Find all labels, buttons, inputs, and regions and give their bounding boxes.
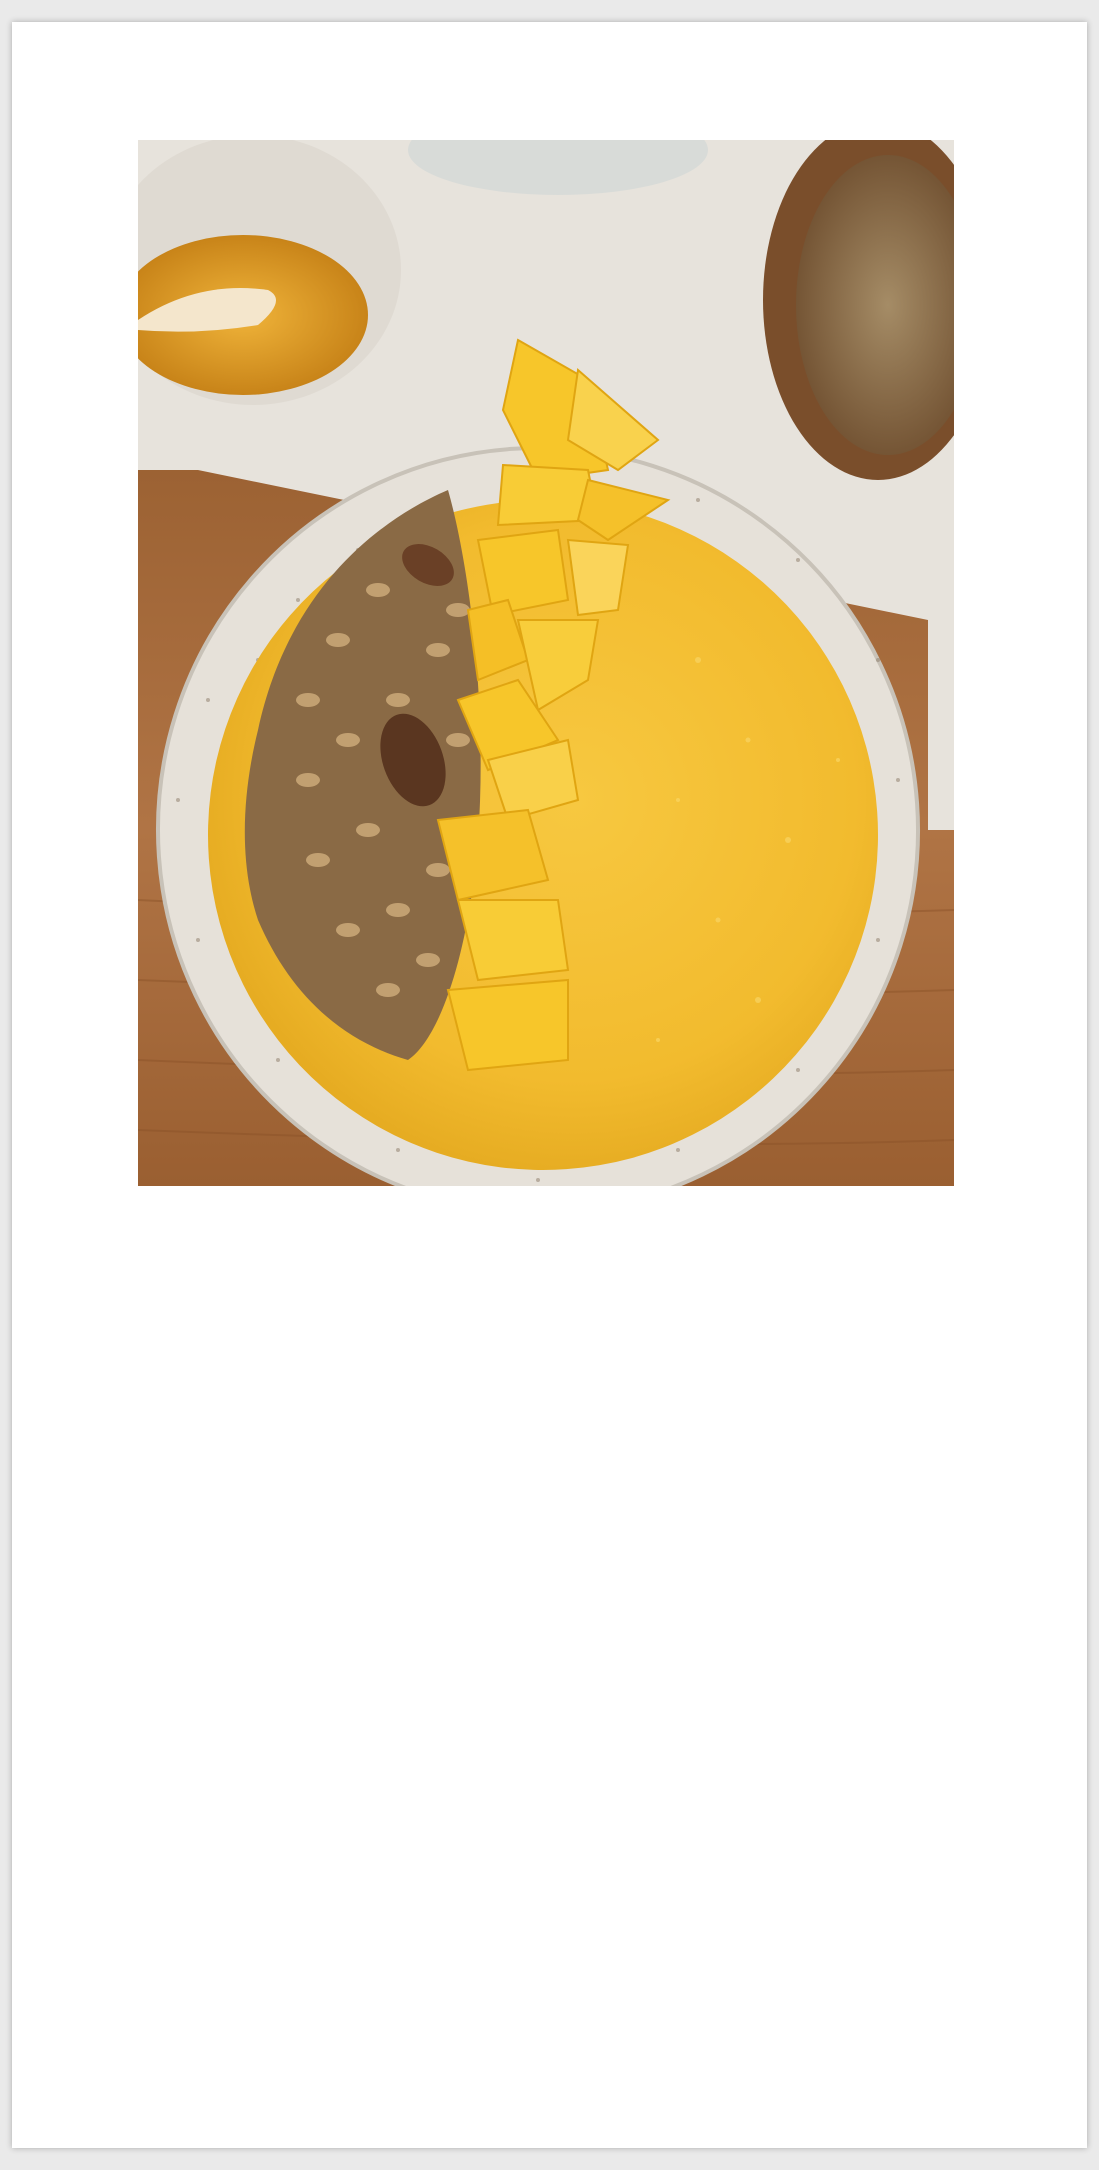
page-card (12, 22, 1087, 2148)
smoothie-bowl-photo (138, 140, 954, 1186)
smoothie-bowl-image (138, 140, 954, 1186)
